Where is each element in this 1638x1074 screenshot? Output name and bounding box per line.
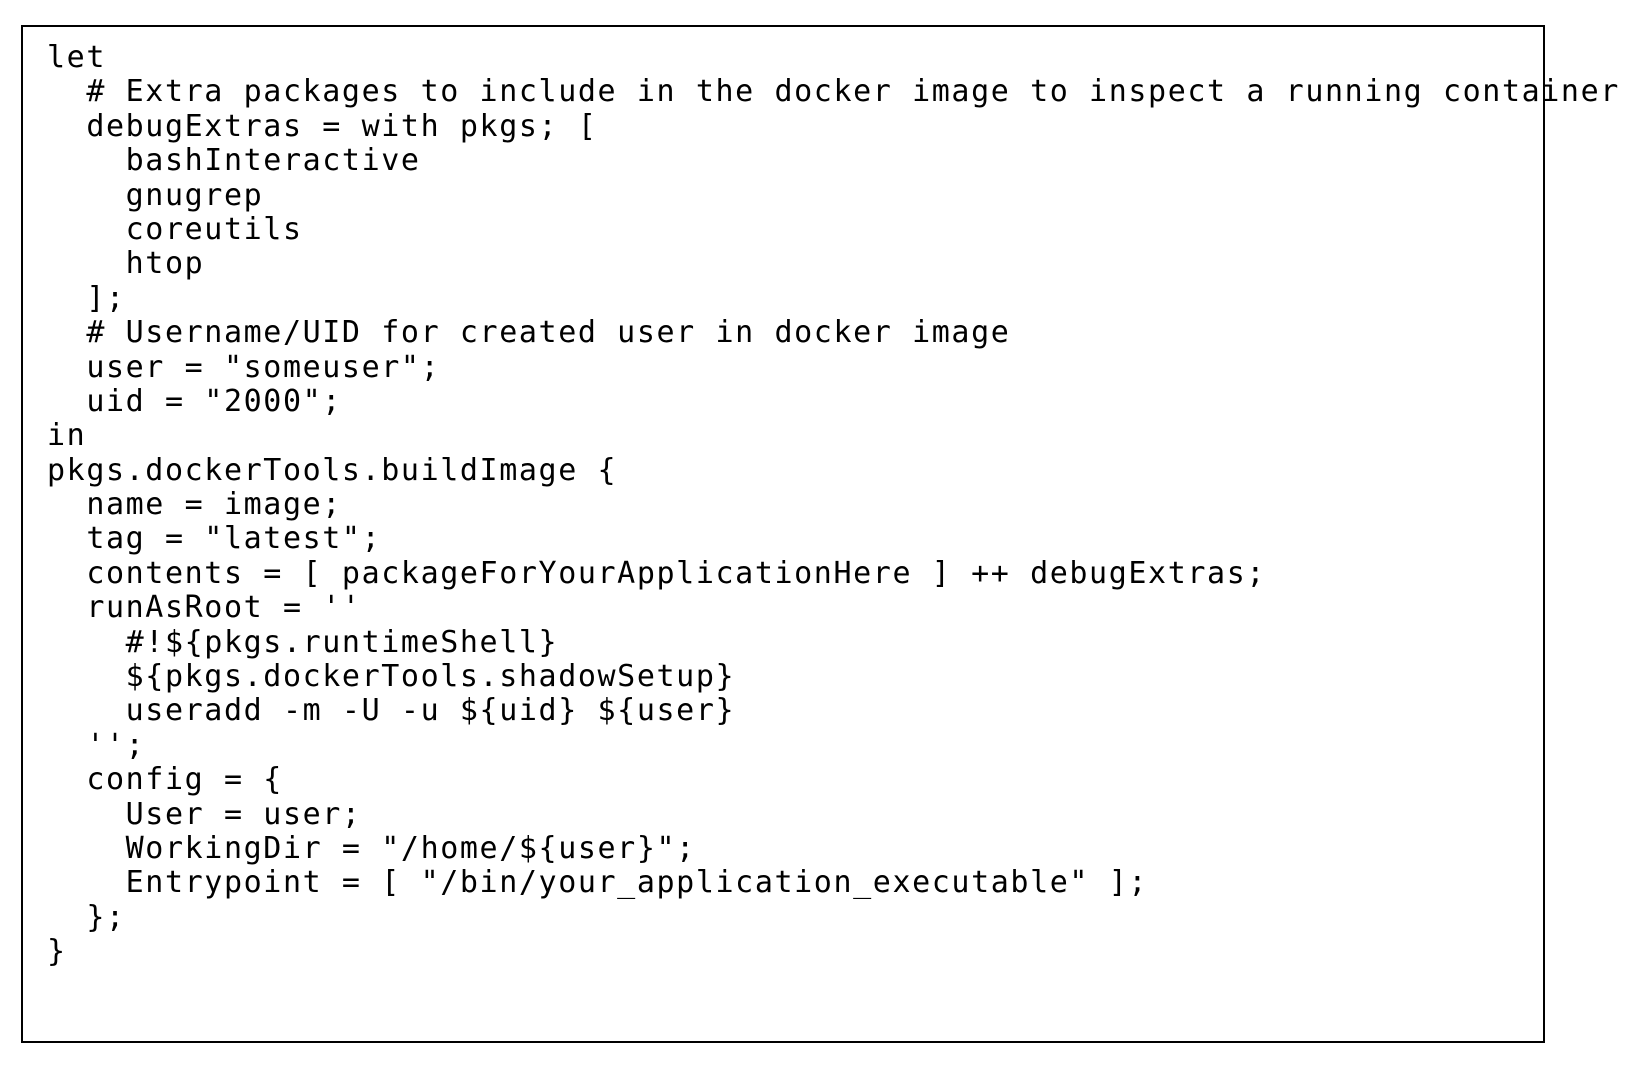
code-line: ''; — [47, 727, 146, 763]
code-line: contents = [ packageForYourApplicationHe… — [47, 555, 1267, 591]
code-line: } — [47, 934, 67, 970]
code-line: useradd -m -U -u ${uid} ${user} — [47, 693, 736, 729]
code-line: let — [47, 40, 106, 75]
code-line: bashInteractive — [47, 143, 421, 179]
code-line: }; — [47, 899, 126, 935]
code-block: let # Extra packages to include in the d… — [47, 40, 1620, 970]
code-line: coreutils — [47, 211, 303, 247]
code-line: Entrypoint = [ "/bin/your_application_ex… — [47, 865, 1149, 901]
code-line: #!${pkgs.runtimeShell} — [47, 624, 559, 660]
code-line: htop — [47, 246, 205, 282]
code-line: pkgs.dockerTools.buildImage { — [47, 452, 618, 488]
code-line: user = "someuser"; — [47, 349, 441, 385]
code-line: ]; — [47, 280, 126, 316]
code-line: # Extra packages to include in the docke… — [47, 74, 1620, 110]
code-line: runAsRoot = '' — [47, 590, 362, 626]
code-line: User = user; — [47, 796, 362, 832]
code-line: in — [47, 418, 87, 454]
code-line: debugExtras = with pkgs; [ — [47, 108, 598, 144]
code-line: uid = "2000"; — [47, 383, 342, 419]
code-listing-box: let # Extra packages to include in the d… — [21, 25, 1618, 1043]
code-line: gnugrep — [47, 177, 264, 213]
code-line: name = image; — [47, 487, 342, 523]
code-line: ${pkgs.dockerTools.shadowSetup} — [47, 659, 736, 695]
code-line: config = { — [47, 762, 283, 798]
code-line: WorkingDir = "/home/${user}"; — [47, 830, 696, 866]
code-line: tag = "latest"; — [47, 521, 382, 557]
code-line: # Username/UID for created user in docke… — [47, 315, 1011, 351]
